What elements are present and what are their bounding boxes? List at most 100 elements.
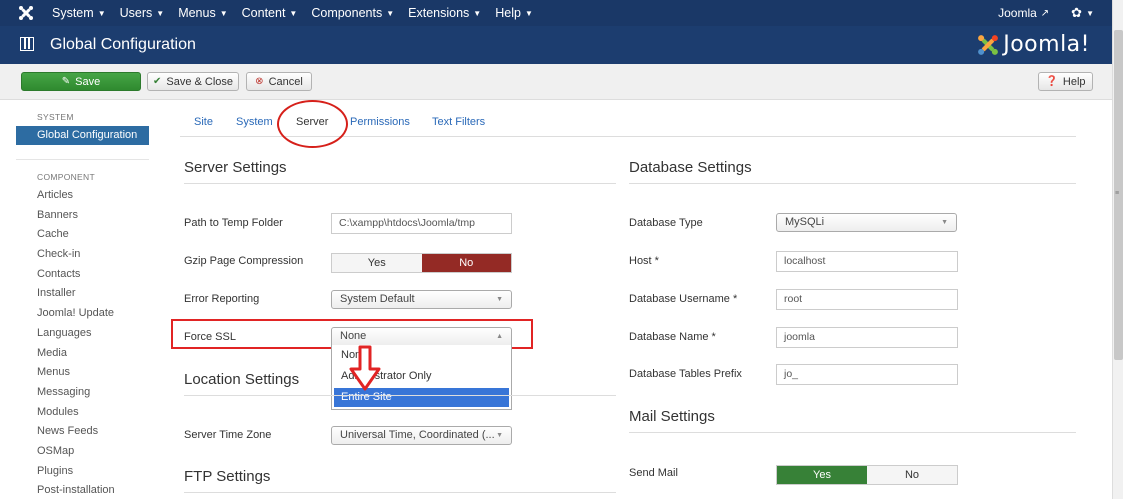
topnav-right: Joomla ↗ ✿ ▼ [998, 0, 1094, 26]
database-settings-title: Database Settings [629, 159, 752, 176]
gzip-no-option[interactable]: No [421, 254, 511, 272]
menu-menus[interactable]: Menus ▼ [178, 6, 227, 20]
section-divider [184, 395, 616, 396]
sidebar-item-osmap[interactable]: OSMap [16, 442, 149, 462]
database-name-label: Database Name * [629, 331, 716, 343]
sidebar-item-articles[interactable]: Articles [16, 186, 149, 206]
section-divider [184, 183, 616, 184]
send-mail-toggle: Yes No [776, 465, 958, 485]
tab-system[interactable]: System [236, 116, 273, 128]
section-divider [629, 183, 1076, 184]
gzip-toggle: Yes No [331, 253, 512, 273]
external-link-icon: ↗ [1040, 7, 1050, 19]
sidebar-item-cache[interactable]: Cache [16, 225, 149, 245]
caret-down-icon: ▼ [289, 8, 298, 18]
page-title: Global Configuration [50, 36, 196, 53]
section-divider [184, 492, 616, 493]
caret-down-icon: ▼ [1086, 8, 1094, 18]
caret-down-icon: ▼ [156, 8, 165, 18]
sidebar-item-installer[interactable]: Installer [16, 284, 149, 304]
menu-system[interactable]: System ▼ [52, 6, 106, 20]
menu-components[interactable]: Components ▼ [311, 6, 394, 20]
sidebar-item-joomla-update[interactable]: Joomla! Update [16, 304, 149, 324]
toolbar: ✎ Save ✔ Save & Close ⊗ Cancel ❓ Help [0, 64, 1112, 100]
save-button[interactable]: ✎ Save [21, 72, 141, 91]
host-input[interactable]: localhost [776, 251, 958, 272]
database-name-input[interactable]: joomla [776, 327, 958, 348]
table-prefix-label: Database Tables Prefix [629, 368, 742, 380]
page-header: Global Configuration Joomla! [0, 26, 1112, 64]
sidebar-item-check-in[interactable]: Check-in [16, 245, 149, 265]
menu-help[interactable]: Help ▼ [495, 6, 533, 20]
sidebar-item-contacts[interactable]: Contacts [16, 265, 149, 285]
temp-folder-label: Path to Temp Folder [184, 217, 283, 229]
server-timezone-label: Server Time Zone [184, 429, 272, 441]
cancel-button[interactable]: ⊗ Cancel [246, 72, 312, 91]
annotation-circle [277, 100, 348, 148]
sidebar-item-plugins[interactable]: Plugins [16, 462, 149, 482]
gzip-label: Gzip Page Compression [184, 255, 304, 267]
server-timezone-select[interactable]: Universal Time, Coordinated (... ▼ [331, 426, 512, 445]
select-arrow-icon: ▼ [941, 219, 948, 226]
section-divider [629, 432, 1076, 433]
tab-site[interactable]: Site [194, 116, 213, 128]
cancel-icon: ⊗ [255, 76, 264, 87]
edit-icon: ✎ [61, 76, 71, 87]
send-mail-no-option[interactable]: No [867, 466, 957, 484]
sidebar-item-news-feeds[interactable]: News Feeds [16, 422, 149, 442]
sidebar-heading-system: SYSTEM [37, 112, 74, 122]
sidebar-item-global-configuration[interactable]: Global Configuration [16, 126, 149, 145]
caret-down-icon: ▼ [386, 8, 395, 18]
caret-down-icon: ▼ [219, 8, 228, 18]
sidebar-divider [16, 159, 149, 160]
help-button[interactable]: ❓ Help [1038, 72, 1093, 91]
location-settings-title: Location Settings [184, 371, 300, 388]
sidebar-item-menus[interactable]: Menus [16, 363, 149, 383]
mail-settings-title: Mail Settings [629, 408, 715, 425]
top-navbar: System ▼ Users ▼ Menus ▼ Content ▼ Component… [0, 0, 1112, 26]
save-close-button[interactable]: ✔ Save & Close [147, 72, 239, 91]
database-type-select[interactable]: MySQLi ▼ [776, 213, 957, 232]
brand-name: Joomla! [1003, 32, 1090, 57]
tab-permissions[interactable]: Permissions [350, 116, 410, 128]
site-link[interactable]: Joomla [998, 6, 1037, 20]
gear-icon[interactable]: ✿ [1071, 5, 1082, 21]
sidebar-item-languages[interactable]: Languages [16, 324, 149, 344]
menu-content[interactable]: Content ▼ [242, 6, 298, 20]
select-arrow-icon: ▼ [496, 296, 503, 303]
server-settings-title: Server Settings [184, 159, 287, 176]
sidebar-item-banners[interactable]: Banners [16, 206, 149, 226]
database-username-input[interactable]: root [776, 289, 958, 310]
select-arrow-icon: ▼ [496, 432, 503, 439]
sidebar-item-media[interactable]: Media [16, 344, 149, 364]
menu-users[interactable]: Users ▼ [120, 6, 165, 20]
sidebar: SYSTEM Global Configuration COMPONENT Ar… [16, 112, 149, 499]
main-menu: System ▼ Users ▼ Menus ▼ Content ▼ Component… [52, 0, 547, 26]
send-mail-label: Send Mail [629, 467, 678, 479]
database-username-label: Database Username * [629, 293, 738, 305]
sidebar-item-modules[interactable]: Modules [16, 403, 149, 423]
send-mail-yes-option[interactable]: Yes [777, 466, 867, 484]
annotation-arrow-icon [349, 345, 381, 391]
ftp-settings-title: FTP Settings [184, 468, 271, 485]
config-icon [20, 37, 34, 51]
caret-down-icon: ▼ [97, 8, 106, 18]
database-type-label: Database Type [629, 217, 703, 229]
sidebar-heading-component: COMPONENT [37, 172, 95, 182]
tab-text-filters[interactable]: Text Filters [432, 116, 485, 128]
scrollbar[interactable]: ≡ [1112, 0, 1123, 499]
joomla-logo-icon[interactable] [18, 5, 34, 21]
sidebar-item-post-installation[interactable]: Post-installation [16, 481, 149, 499]
question-icon: ❓ [1045, 76, 1058, 87]
table-prefix-input[interactable]: jo_ [776, 364, 958, 385]
host-label: Host * [629, 255, 659, 267]
caret-down-icon: ▼ [524, 8, 533, 18]
sidebar-item-messaging[interactable]: Messaging [16, 383, 149, 403]
joomla-brand: Joomla! [977, 32, 1090, 57]
error-reporting-select[interactable]: System Default ▼ [331, 290, 512, 309]
gzip-yes-option[interactable]: Yes [332, 254, 422, 272]
temp-folder-input[interactable]: C:\xampp\htdocs\Joomla/tmp [331, 213, 512, 234]
caret-down-icon: ▼ [473, 8, 482, 18]
error-reporting-label: Error Reporting [184, 293, 260, 305]
menu-extensions[interactable]: Extensions ▼ [408, 6, 481, 20]
